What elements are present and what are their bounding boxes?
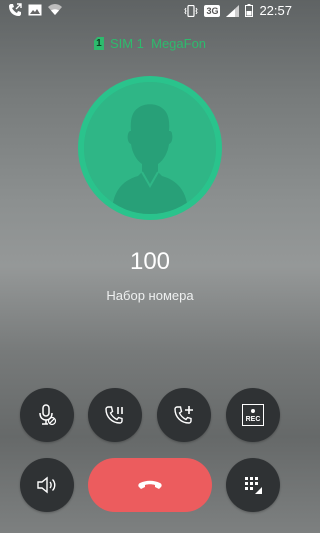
status-right: 3G 22:57 — [184, 3, 292, 18]
end-call-button[interactable] — [88, 458, 212, 512]
mute-mic-icon — [39, 404, 57, 426]
record-button[interactable]: REC — [226, 388, 280, 442]
signal-icon — [226, 4, 240, 17]
dialpad-button[interactable] — [226, 458, 280, 512]
dialed-number: 100 — [129, 248, 171, 275]
add-call-button[interactable] — [157, 388, 211, 442]
record-label: REC — [245, 416, 261, 423]
speaker-button[interactable] — [20, 458, 74, 512]
clock: 22:57 — [259, 3, 292, 18]
call-forward-icon — [8, 3, 22, 17]
status-left — [8, 3, 62, 17]
wifi-icon — [48, 4, 62, 16]
image-icon — [28, 4, 42, 16]
status-bar: 3G 22:57 — [0, 0, 300, 22]
network-badge: 3G — [204, 4, 221, 17]
hold-call-icon — [105, 406, 123, 424]
hold-button[interactable] — [88, 388, 142, 442]
person-silhouette-icon — [84, 82, 216, 214]
add-call-icon — [174, 406, 193, 424]
sim-indicator: 1 SIM 1 MegaFon — [0, 36, 300, 51]
sim-card-icon: 1 — [93, 37, 104, 50]
contact-avatar — [78, 76, 222, 220]
record-dot — [251, 409, 255, 413]
end-call-icon — [138, 480, 162, 489]
mute-button[interactable] — [20, 388, 74, 442]
call-status: Набор номера — [106, 288, 194, 303]
vibrate-icon — [184, 4, 199, 17]
record-icon: REC — [242, 404, 264, 426]
dialpad-icon — [245, 477, 262, 494]
battery-icon — [245, 4, 254, 17]
speaker-icon — [37, 476, 56, 494]
sim-label: SIM 1 MegaFon — [109, 36, 207, 51]
